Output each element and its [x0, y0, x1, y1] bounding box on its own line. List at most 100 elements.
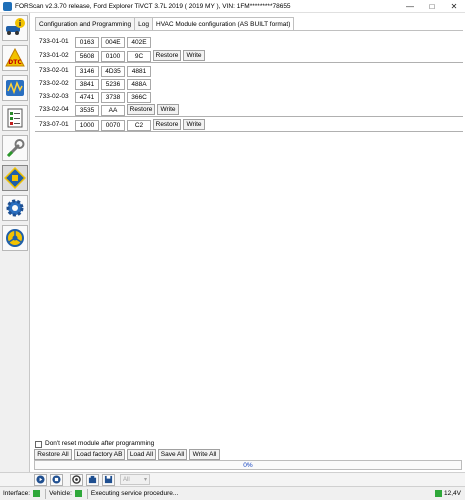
app-icon	[3, 1, 12, 11]
oscilloscope-icon	[6, 80, 24, 96]
block-address: 733-02-04	[39, 106, 69, 113]
tab-hvac-as-built[interactable]: HVAC Module configuration (AS BUILT form…	[152, 17, 295, 31]
value-cell[interactable]: 1000	[75, 120, 99, 131]
value-cell[interactable]: 4D35	[101, 66, 125, 77]
sidebar-item-configuration[interactable]	[2, 165, 28, 191]
block-address: 733-01-01	[39, 38, 69, 45]
stop-icon	[52, 475, 61, 484]
value-cell[interactable]: 0163	[75, 37, 99, 48]
title-bar: FORScan v2.3.70 release, Ford Explorer T…	[0, 0, 465, 13]
sidebar-item-service[interactable]	[2, 135, 28, 161]
sidebar-item-settings[interactable]	[2, 195, 28, 221]
help-button[interactable]	[70, 473, 83, 486]
value-cell[interactable]: 5608	[75, 51, 99, 62]
dtc-icon: DTC	[5, 47, 25, 67]
sidebar-item-dtc[interactable]: DTC	[2, 45, 28, 71]
table-row: 733-02-04 3535 AA Restore Write	[35, 104, 463, 117]
chip-icon	[4, 167, 26, 189]
battery-voltage: 12,4V	[444, 490, 461, 497]
block-address: 733-01-02	[39, 52, 69, 59]
play-icon	[36, 475, 45, 484]
load-factory-button[interactable]: Load factory AB	[74, 449, 125, 460]
block-address: 733-02-03	[39, 93, 69, 100]
wrench-icon	[6, 139, 25, 158]
sidebar-item-info[interactable]	[2, 15, 28, 41]
table-row: 733-07-01 1000 0070 C2 Restore Write	[35, 119, 463, 132]
value-cell[interactable]: AA	[101, 105, 125, 116]
bottom-toolbar: All ▾	[0, 472, 465, 486]
value-cell[interactable]: 0070	[101, 120, 125, 131]
progress-bar: 0%	[34, 460, 462, 470]
vehicle-label: Vehicle:	[49, 490, 72, 497]
block-address: 733-02-01	[39, 67, 69, 74]
sidebar: DTC	[0, 13, 30, 485]
load-all-button[interactable]: Load All	[127, 449, 156, 460]
block-address: 733-02-02	[39, 80, 69, 87]
info-car-icon	[6, 18, 25, 35]
progress-text: 0%	[243, 461, 253, 469]
status-bar: Interface: Vehicle: Executing service pr…	[0, 486, 465, 500]
restore-button[interactable]: Restore	[153, 50, 181, 61]
table-row: 733-02-03 4741 3738 366C	[35, 91, 463, 104]
as-built-panel: 733-01-01 0163 004E 402E 733-01-02 5608 …	[35, 30, 463, 440]
table-row: 733-02-02 3841 5236 488A	[35, 78, 463, 91]
filter-select[interactable]: All ▾	[120, 474, 150, 485]
write-button[interactable]: Write	[183, 50, 205, 61]
lifebuoy-icon	[72, 475, 81, 484]
value-cell[interactable]: 3146	[75, 66, 99, 77]
stop-button[interactable]	[50, 473, 63, 486]
tab-bar: Configuration and Programming Log HVAC M…	[35, 17, 295, 31]
write-button[interactable]: Write	[157, 104, 179, 115]
sidebar-item-checklist[interactable]	[2, 105, 28, 131]
table-row: 733-02-01 3146 4D35 4881	[35, 65, 463, 78]
write-button[interactable]: Write	[183, 119, 205, 130]
dont-reset-checkbox[interactable]	[35, 441, 42, 448]
value-cell[interactable]: 9C	[127, 51, 151, 62]
table-row: 733-01-02 5608 0100 9C Restore Write	[35, 50, 463, 63]
value-cell[interactable]: 3535	[75, 105, 99, 116]
gear-icon	[6, 199, 24, 217]
sidebar-item-oscilloscope[interactable]	[2, 75, 28, 101]
value-cell[interactable]: 4741	[75, 92, 99, 103]
tab-log[interactable]: Log	[134, 17, 153, 30]
block-address: 733-07-01	[39, 121, 69, 128]
interface-status-indicator	[33, 490, 41, 497]
filter-select-value: All	[123, 476, 130, 483]
vehicle-status-indicator	[74, 490, 82, 497]
save-file-button[interactable]	[102, 473, 115, 486]
write-all-button[interactable]: Write All	[189, 449, 220, 460]
value-cell[interactable]: 3738	[101, 92, 125, 103]
value-cell[interactable]: 3841	[75, 79, 99, 90]
interface-label: Interface:	[3, 490, 31, 497]
tab-configuration-programming[interactable]: Configuration and Programming	[35, 17, 136, 30]
table-row: 733-01-01 0163 004E 402E	[35, 36, 463, 49]
sidebar-item-help[interactable]	[2, 225, 28, 251]
value-cell[interactable]: 402E	[127, 37, 151, 48]
main-content: Configuration and Programming Log HVAC M…	[31, 13, 465, 472]
value-cell[interactable]: 0100	[101, 51, 125, 62]
minimize-button[interactable]: —	[399, 0, 421, 13]
steering-wheel-icon	[6, 229, 24, 247]
value-cell[interactable]: 366C	[127, 92, 151, 103]
value-cell[interactable]: 488A	[127, 79, 151, 90]
status-message: Executing service procedure...	[90, 490, 179, 497]
restore-button[interactable]: Restore	[127, 104, 155, 115]
window-title: FORScan v2.3.70 release, Ford Explorer T…	[15, 2, 291, 10]
chevron-down-icon: ▾	[143, 477, 147, 483]
value-cell[interactable]: 5236	[101, 79, 125, 90]
open-file-button[interactable]	[86, 473, 99, 486]
svg-text:DTC: DTC	[8, 59, 22, 66]
checklist-icon	[7, 108, 23, 128]
battery-status-indicator	[435, 490, 442, 497]
restore-button[interactable]: Restore	[153, 119, 181, 130]
value-cell[interactable]: 4881	[127, 66, 151, 77]
maximize-button[interactable]: □	[421, 0, 443, 13]
restore-all-button[interactable]: Restore All	[34, 449, 72, 460]
close-button[interactable]: ✕	[443, 0, 465, 13]
play-button[interactable]	[34, 473, 47, 486]
save-icon	[104, 475, 113, 484]
value-cell[interactable]: 004E	[101, 37, 125, 48]
save-all-button[interactable]: Save All	[158, 449, 187, 460]
dont-reset-label: Don't reset module after programming	[45, 440, 155, 447]
value-cell[interactable]: C2	[127, 120, 151, 131]
